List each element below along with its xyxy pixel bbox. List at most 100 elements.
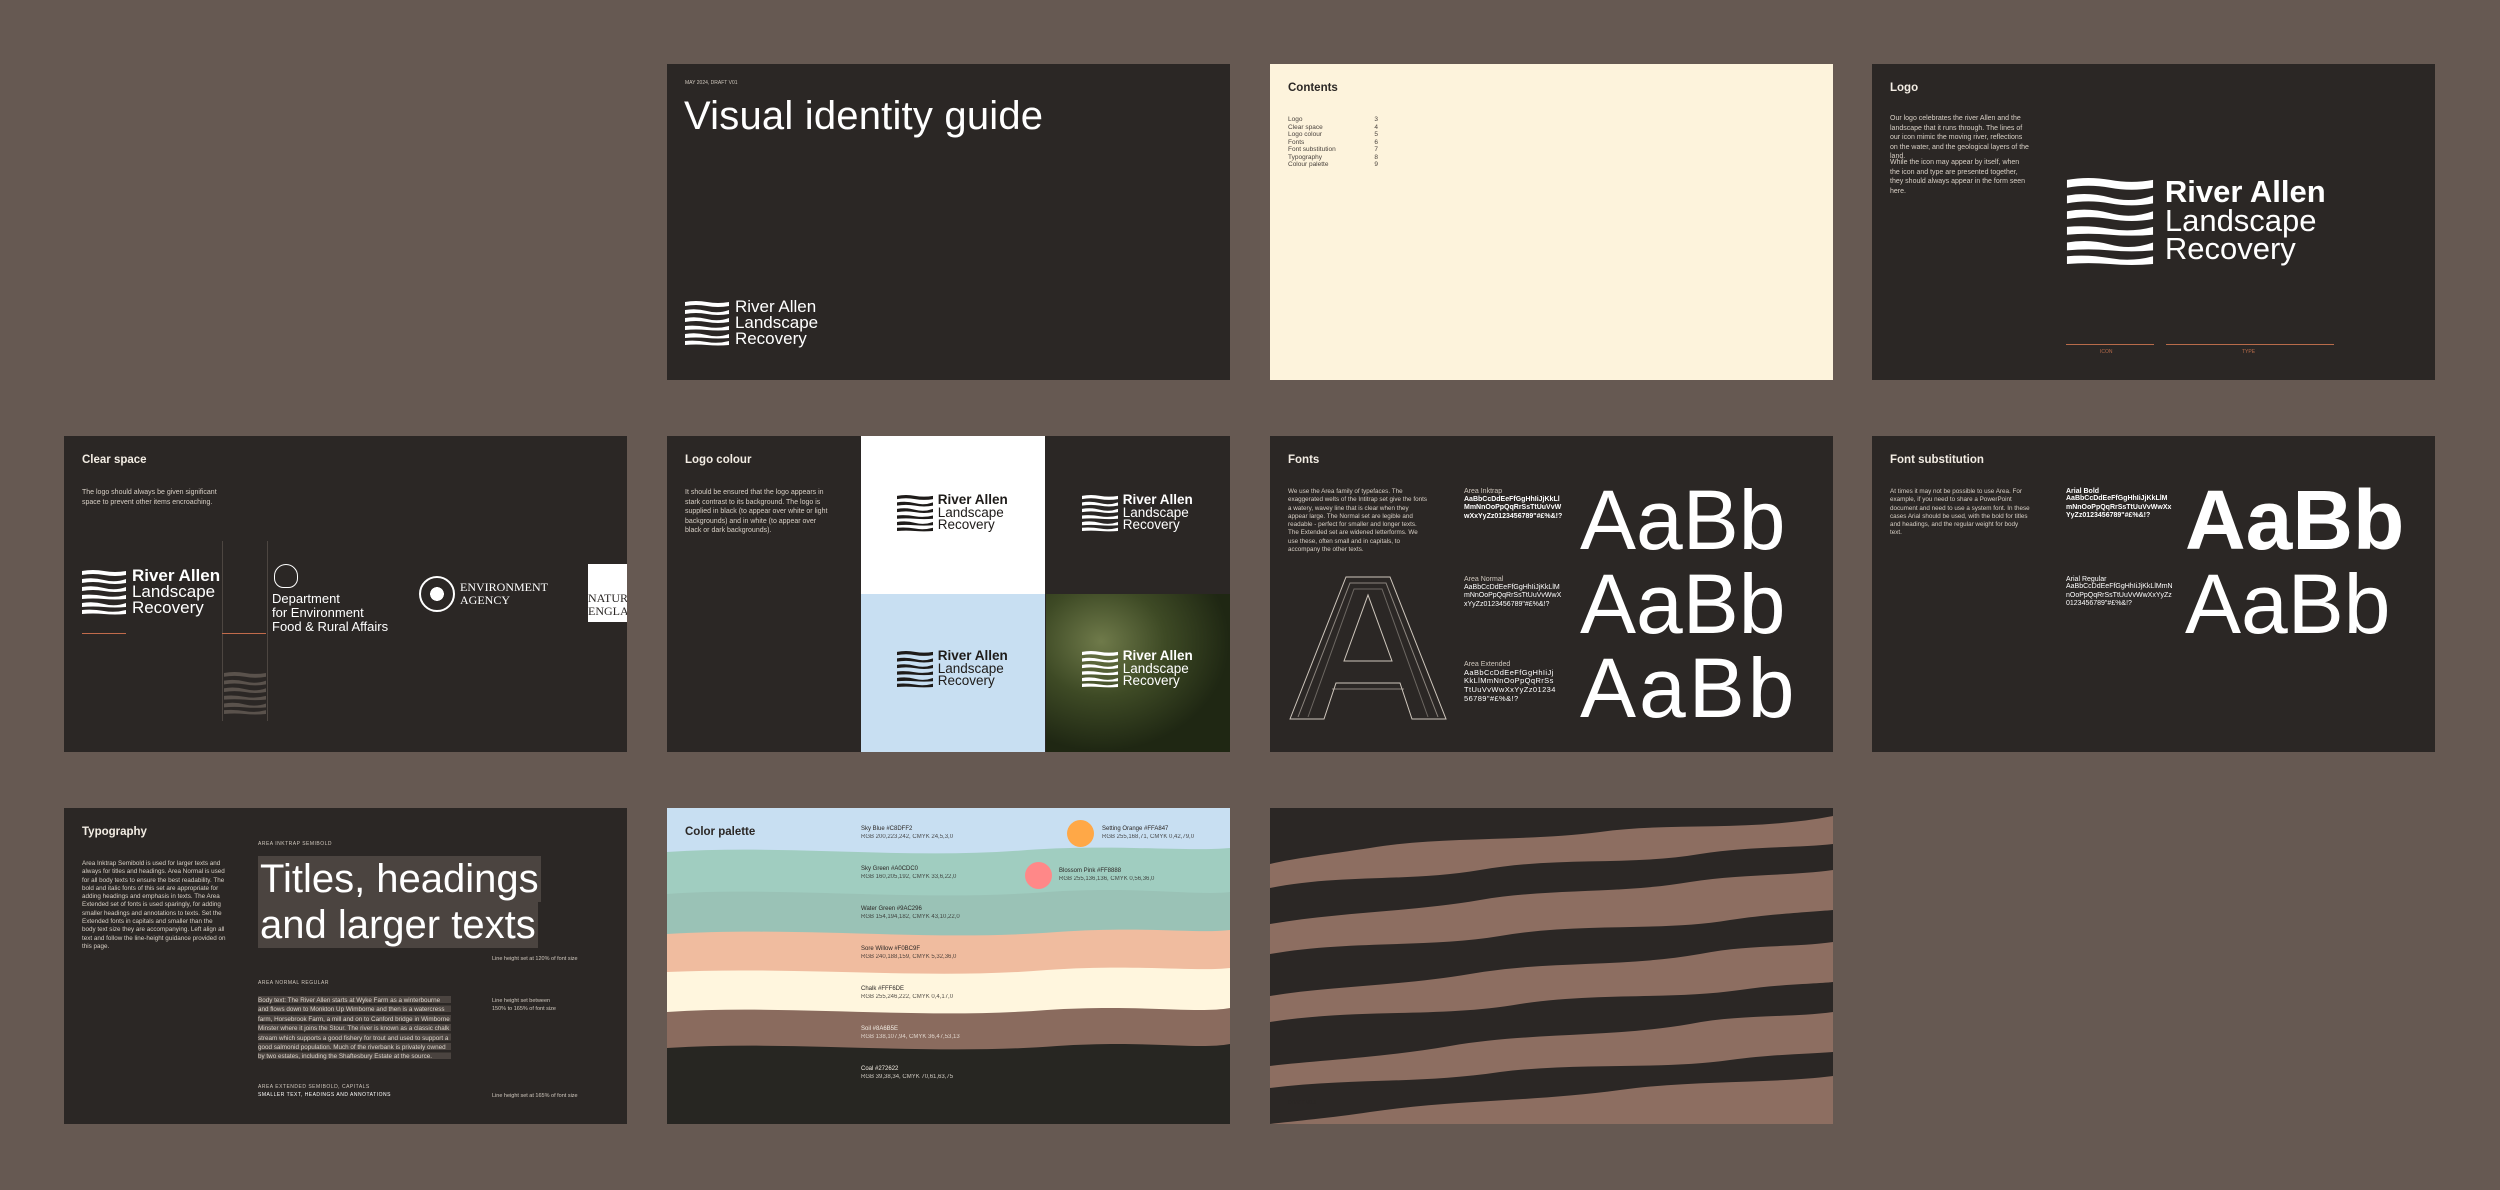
slide-contents[interactable]: Contents Logo 3 Clear space 4 Logo colour 5…: [1270, 64, 1833, 380]
arial-bold-sample: Arial Bold AaBbCcDdEeFfGgHhIiJjKkLlM mNn…: [2066, 488, 2176, 521]
heading-line-height-note: Line height set at 120% of font size: [492, 956, 578, 962]
fonts-description: We use the Area family of typefaces. The…: [1288, 488, 1427, 554]
list-item[interactable]: Clear space 4: [1288, 124, 1378, 132]
swatch-blossom-pink: Blossom Pink #FF8888 RGB 255,136,136, CMY…: [1059, 868, 1155, 882]
font-sample-1: Area Inktrap AaBbCcDdEeFfGgHhIiJjKkLl Mm…: [1464, 488, 1574, 521]
slide-colour-palette[interactable]: Color palette Sky Blue #C8DFF2 RGB 200,22…: [667, 808, 1230, 1124]
body-text-sample: Body text: The River Allen starts at Wyk…: [258, 996, 451, 1062]
swatch-soil: Soil #8A6B5E RGB 138,107,94, CMYK 36,47,5…: [861, 1026, 960, 1040]
cover-meta: MAY 2024, DRAFT V01: [685, 80, 738, 86]
font-characters: AaBbCcDdEeFfGgHhIiJjKkLlM mNnOoPpQqRrSsT…: [1464, 583, 1562, 608]
clear-space-marker: [222, 633, 266, 634]
logo-slide-title: Logo: [1890, 82, 1919, 94]
font-sub-title: Font substitution: [1890, 454, 1984, 466]
font-sample-2: Area Normal AaBbCcDdEeFfGgHhIiJjKkLlM mN…: [1464, 576, 1574, 609]
inktrap-label: AREA INKTRAP SEMIBOLD: [258, 841, 333, 847]
font-name: Arial Regular: [2066, 576, 2107, 583]
list-item[interactable]: Logo 3: [1288, 116, 1378, 124]
defra-line-2: for Environment: [272, 605, 364, 620]
brand-line-3: Recovery: [734, 328, 807, 348]
ne-line-2: ENGLA: [588, 604, 627, 618]
slide-cover[interactable]: MAY 2024, DRAFT V01 Visual identity guid…: [667, 64, 1230, 380]
back-meta: DRAFT V0.1: [1288, 1100, 1317, 1106]
crest-icon: [274, 564, 298, 588]
body-line-height-note: Line height set between 150% to 165% of …: [492, 998, 556, 1012]
icon-label: ICON: [2100, 349, 2113, 355]
defra-line-3: Food & Rural Affairs: [272, 619, 389, 634]
font-name: Area Normal: [1464, 576, 1504, 583]
slide-font-substitution[interactable]: Font substitution At times it may not be…: [1872, 436, 2435, 752]
contents-title: Contents: [1288, 82, 1338, 94]
slide-clear-space[interactable]: Clear space The logo should always be gi…: [64, 436, 627, 752]
swatch-sore-willow: Sore Willow #F0BC9F RGB 240,188,159, CMYK…: [861, 946, 957, 960]
brand-line-3: Recovery: [2164, 231, 2296, 267]
brand-logo: River Allen Landscape Recovery: [82, 567, 220, 617]
typography-description: Area Inktrap Semibold is used for larger…: [82, 860, 226, 950]
type-divider: [2166, 344, 2334, 345]
normal-label: AREA NORMAL REGULAR: [258, 980, 329, 986]
big-sample-normal: AaBb: [1580, 557, 1786, 651]
slide-fonts[interactable]: Fonts We use the Area family of typeface…: [1270, 436, 1833, 752]
clear-space-description: The logo should always be given signific…: [82, 489, 217, 506]
list-item[interactable]: Colour palette 9: [1288, 161, 1378, 169]
natural-england-logo: NATUR ENGLA: [588, 564, 627, 622]
pink-circle-icon: [1025, 862, 1052, 889]
list-item[interactable]: Fonts 6: [1288, 139, 1378, 147]
swatch-water-green: Water Green #9AC296 RGB 154,194,182, CMYK…: [861, 906, 960, 920]
big-sample-bold: AaBb: [2185, 473, 2405, 567]
clear-space-marker: [82, 633, 126, 634]
font-characters: AaBbCcDdEeFfGgHhIiJjKkLlMmN nOoPpQqRrSsT…: [2066, 583, 2173, 607]
clear-space-icon-sample: [224, 668, 266, 723]
brand-line-3: Recovery: [131, 597, 204, 617]
font-characters: AaBbCcDdEeFfGgHhIiJjKkLl MmNnOoPpQqRrSsT…: [1464, 495, 1563, 520]
brand-logo-white: River Allen Landscape Recovery: [1082, 493, 1193, 533]
brand-logo-black: River Allen Landscape Recovery: [897, 649, 1008, 688]
logo-colour-title: Logo colour: [685, 454, 752, 466]
heading-line-1: Titles, headings: [258, 856, 541, 902]
slide-back-pattern[interactable]: DRAFT V0.1: [1270, 808, 1833, 1124]
logo-description-1: Our logo celebrates the river Allen and …: [1890, 115, 2029, 160]
clear-space-title: Clear space: [82, 454, 147, 466]
list-item[interactable]: Font substitution 7: [1288, 146, 1378, 154]
font-sub-description: At times it may not be possible to use A…: [1890, 488, 2030, 537]
slide-typography[interactable]: Typography Area Inktrap Semibold is used…: [64, 808, 627, 1124]
swatch-sky-blue: Sky Blue #C8DFF2 RGB 200,223,242, CMYK 24…: [861, 826, 954, 840]
wave-pattern: [1270, 808, 1833, 1124]
list-item[interactable]: Typography 8: [1288, 154, 1378, 162]
swatch-setting-orange: Setting Orange #FFA847 RGB 255,168,71, CM…: [1102, 826, 1195, 840]
letter-a-outline: [1288, 571, 1448, 726]
big-sample-inktrap: AaBb: [1580, 473, 1786, 567]
swatch-chalk: Chalk #FFF6DE RGB 255,246,222, CMYK 0,4,1…: [861, 986, 954, 1000]
brand-line-3: Recovery: [937, 517, 995, 533]
ea-emblem-icon: [419, 576, 455, 612]
ea-line-2: AGENCY: [460, 593, 510, 607]
swatch-sky-green: Sky Green #A0CDC0 RGB 160,205,192, CMYK 3…: [861, 866, 957, 880]
river-waves-icon: [897, 650, 933, 688]
contents-list: Logo 3 Clear space 4 Logo colour 5 Fonts 6 F…: [1288, 116, 1378, 169]
font-characters: AaBbCcDdEeFfGgHhIiJjKkLlM mNnOoPpQqRrSsT…: [2066, 495, 2172, 519]
slide-logo-colour[interactable]: Logo colour It should be ensured that th…: [667, 436, 1230, 752]
brand-logo-black: River Allen Landscape Recovery: [897, 493, 1008, 533]
river-waves-icon: [2066, 176, 2154, 266]
typography-title: Typography: [82, 826, 147, 838]
brand-logo: River Allen Landscape Recovery: [2066, 176, 2326, 266]
font-name: Area Inktrap: [1464, 488, 1503, 495]
extended-label: AREA EXTENDED SEMIBOLD, CAPITALS: [258, 1084, 370, 1090]
logo-colour-description: It should be ensured that the logo appea…: [685, 489, 828, 534]
palette-title: Color palette: [685, 826, 756, 838]
cover-title: Visual identity guide: [684, 94, 1044, 138]
brand-line-3: Recovery: [1122, 673, 1180, 689]
heading-sample: Titles, headings and larger texts: [258, 856, 541, 948]
heading-line-2: and larger texts: [258, 902, 538, 948]
type-label: TYPE: [2242, 349, 2256, 355]
defra-line-1: Department: [272, 591, 340, 606]
slide-logo[interactable]: Logo Our logo celebrates the river Allen…: [1872, 64, 2435, 380]
list-item[interactable]: Logo colour 5: [1288, 131, 1378, 139]
river-waves-icon: [1082, 650, 1118, 688]
brand-logo-white: River Allen Landscape Recovery: [1082, 649, 1193, 689]
river-waves-icon: [82, 569, 126, 615]
river-waves-icon: [685, 300, 729, 346]
brand-logo: River Allen Landscape Recovery: [685, 298, 818, 348]
icon-divider: [2066, 344, 2154, 345]
brand-line-3: Recovery: [1122, 517, 1180, 533]
